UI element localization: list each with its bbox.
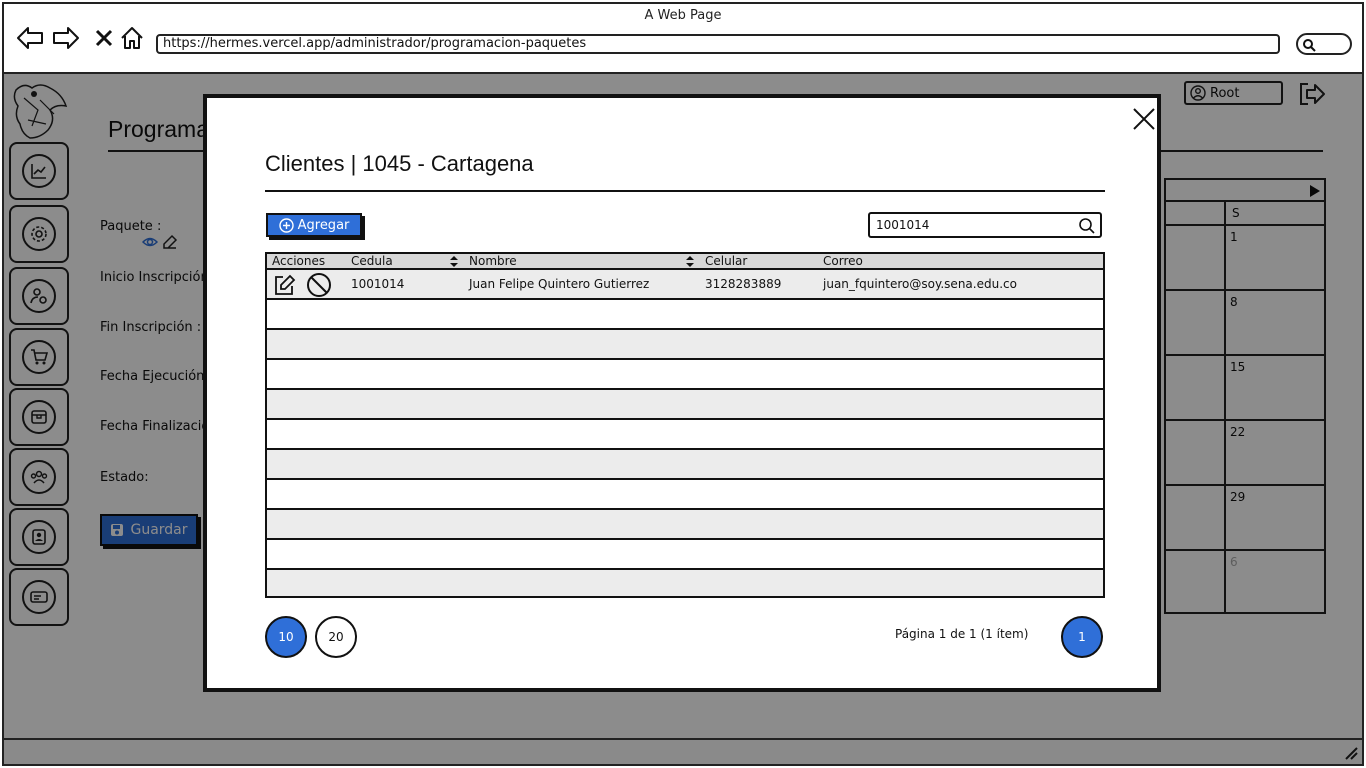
sort-icon[interactable]	[449, 255, 459, 268]
home-icon[interactable]	[118, 24, 146, 52]
block-icon[interactable]	[306, 272, 332, 298]
modal-title: Clientes | 1045 - Cartagena	[265, 151, 534, 176]
edit-icon[interactable]	[272, 273, 296, 297]
url-input[interactable]: https://hermes.vercel.app/administrador/…	[156, 34, 1280, 54]
resize-grip-icon[interactable]	[1344, 746, 1358, 760]
table-header: Acciones Cedula Nombre Celular Correo	[267, 254, 1103, 270]
search-value: 1001014	[876, 218, 930, 232]
cell-nombre: Juan Felipe Quintero Gutierrez	[469, 277, 650, 291]
page-size-20-button[interactable]: 20	[315, 616, 357, 658]
table-row-empty	[267, 330, 1103, 360]
page-size-10-button[interactable]: 10	[265, 616, 307, 658]
cell-celular: 3128283889	[705, 277, 782, 291]
pagination-info: Página 1 de 1 (1 ítem)	[895, 627, 1029, 641]
table-row-empty	[267, 510, 1103, 540]
cell-correo: juan_fquintero@soy.sena.edu.co	[823, 277, 1017, 291]
table-row-empty	[267, 540, 1103, 570]
table-row-empty	[267, 480, 1103, 510]
column-header-cedula[interactable]: Cedula	[351, 254, 393, 269]
add-client-label: Agregar	[297, 217, 350, 233]
column-header-acciones: Acciones	[272, 254, 326, 268]
divider	[265, 190, 1105, 192]
client-search-input[interactable]: 1001014	[868, 212, 1102, 238]
browser-toolbar: A Web Page https://hermes.vercel.app/adm…	[4, 4, 1362, 74]
column-header-nombre[interactable]: Nombre	[469, 254, 517, 269]
clients-modal: Clientes | 1045 - Cartagena Agregar 1001…	[203, 94, 1161, 692]
forward-icon[interactable]	[52, 24, 80, 52]
stop-icon[interactable]	[90, 24, 118, 52]
page-1-button[interactable]: 1	[1061, 616, 1103, 658]
clients-table: Acciones Cedula Nombre Celular Correo 10…	[265, 252, 1105, 598]
table-row[interactable]: 1001014 Juan Felipe Quintero Gutierrez 3…	[267, 270, 1103, 300]
table-row-empty	[267, 570, 1103, 596]
column-header-correo[interactable]: Correo	[823, 254, 863, 269]
table-row-empty	[267, 360, 1103, 390]
add-client-button[interactable]: Agregar	[266, 213, 362, 237]
column-header-celular[interactable]: Celular	[705, 254, 747, 269]
status-bar	[4, 738, 1362, 764]
window-title: A Web Page	[644, 8, 722, 23]
search-icon	[1303, 39, 1316, 52]
table-row-empty	[267, 390, 1103, 420]
cell-cedula: 1001014	[351, 277, 405, 291]
table-row-empty	[267, 420, 1103, 450]
search-icon[interactable]	[1078, 217, 1096, 235]
plus-circle-icon	[278, 217, 294, 233]
browser-search[interactable]	[1296, 33, 1352, 55]
table-row-empty	[267, 450, 1103, 480]
sort-icon[interactable]	[685, 255, 695, 268]
back-icon[interactable]	[16, 24, 44, 52]
close-icon[interactable]	[1131, 106, 1157, 132]
table-row-empty	[267, 300, 1103, 330]
